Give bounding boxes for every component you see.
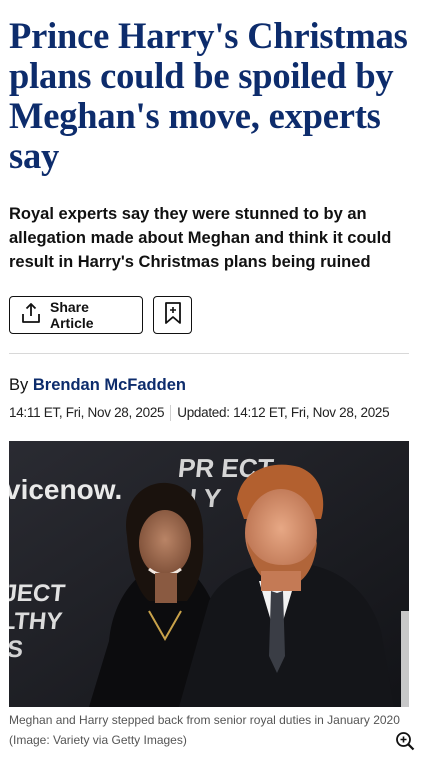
share-article-button[interactable]: Share Article [9,296,143,334]
caption-text: Meghan and Harry stepped back from senio… [9,713,400,727]
author-link[interactable]: Brendan McFadden [33,376,186,394]
article-dates: 14:11 ET, Fri, Nov 28, 2025 Updated: 14:… [9,405,409,421]
backdrop-text-1: vicenow. [9,474,122,505]
share-article-label: Share Article [50,299,94,331]
article-standfirst: Royal experts say they were stunned to b… [9,205,392,271]
backdrop-text-6: ALTHY [9,608,64,635]
zoom-in-icon[interactable] [395,731,415,757]
article-headline: Prince Harry's Christmas plans could be … [9,15,408,176]
updated-time: Updated: 14:12 ET, Fri, Nov 28, 2025 [177,405,390,420]
article: Prince Harry's Christmas plans could be … [9,0,415,751]
article-actions: Share Article [9,296,409,336]
bookmark-icon [163,301,183,330]
byline-prefix: By [9,376,29,394]
photo-caption: Meghan and Harry stepped back from senio… [9,710,415,751]
divider [9,353,409,354]
photo-illustration: vicenow. PR ECT H Y M OJECT ALTHY IDS [9,441,409,707]
share-icon [20,302,42,329]
published-time: 14:11 ET, Fri, Nov 28, 2025 [9,405,165,420]
caption-credit: (Image: Variety via Getty Images) [9,733,187,747]
date-separator [170,405,172,421]
article-photo[interactable]: vicenow. PR ECT H Y M OJECT ALTHY IDS [9,441,409,707]
backdrop-text-5: OJECT [9,580,67,607]
byline: By Brendan McFadden [9,375,409,395]
bookmark-button[interactable] [153,296,192,334]
